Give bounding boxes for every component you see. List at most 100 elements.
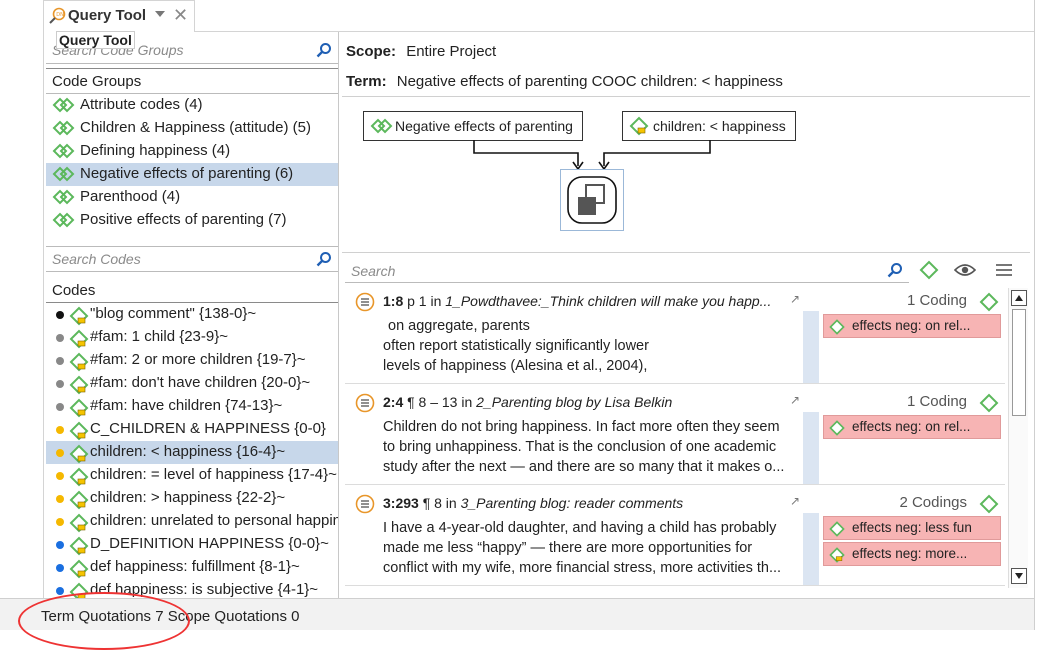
- code-color-dot: [56, 495, 64, 503]
- code-item[interactable]: children: unrelated to personal happines…: [46, 510, 338, 533]
- quotation-location: ¶ 8 – 13 in: [407, 394, 473, 410]
- code-label: children: < happiness {16-4}~: [90, 443, 286, 460]
- document-title[interactable]: 2_Parenting blog by Lisa Belkin: [476, 394, 672, 410]
- code-icon: [69, 398, 89, 418]
- code-icon: [629, 116, 649, 136]
- code-color-dot: [56, 357, 64, 365]
- code-tag[interactable]: effects neg: on rel...: [823, 415, 1001, 439]
- quotation-header: 1:8 p 1 in 1_Powdthavee:_Think children …: [383, 293, 771, 309]
- code-icon: [69, 375, 89, 395]
- quotation-ref: 2:4: [383, 394, 404, 410]
- search-icon[interactable]: [887, 262, 903, 278]
- add-code-icon[interactable]: [978, 493, 1000, 515]
- code-item[interactable]: D_DEFINITION HAPPINESS {0-0}~: [46, 533, 338, 556]
- code-color-dot: [56, 564, 64, 572]
- svg-text:DN: DN: [56, 12, 64, 18]
- code-icon: [829, 521, 845, 537]
- quotation-search-input[interactable]: Search: [351, 263, 395, 279]
- diagram-node-negative-effects[interactable]: Negative effects of parenting: [363, 111, 583, 141]
- code-tag[interactable]: effects neg: on rel...: [823, 314, 1001, 338]
- diagram-node-children-less-happiness[interactable]: children: < happiness: [622, 111, 796, 141]
- quotation-location: p 1 in: [407, 293, 442, 309]
- code-color-dot: [56, 334, 64, 342]
- document-title[interactable]: 3_Parenting blog: reader comments: [461, 495, 684, 511]
- code-color-dot: [56, 449, 64, 457]
- left-panel: Search Code Groups Code Groups Attribute…: [43, 32, 339, 598]
- cooccurrence-operator-node[interactable]: [560, 169, 624, 231]
- quotation-header: 3:293 ¶ 8 in 3_Parenting blog: reader co…: [383, 495, 683, 511]
- quotation-search[interactable]: Search: [345, 258, 909, 283]
- code-icon: [69, 490, 89, 510]
- scrollbar[interactable]: [1008, 288, 1028, 588]
- codes-list: "blog comment" {138-0}~ #fam: 1 child {23…: [44, 32, 340, 598]
- tooltip: Query Tool: [56, 31, 135, 49]
- quotation-icon: [355, 494, 375, 514]
- menu-icon[interactable]: [995, 263, 1013, 277]
- code-item[interactable]: #fam: don't have children {20-0}~: [46, 372, 338, 395]
- add-code-icon[interactable]: [978, 392, 1000, 414]
- code-tag-label: effects neg: less fun: [852, 520, 972, 535]
- tab-query-tool[interactable]: DN Query Tool ✕: [43, 0, 195, 32]
- quotation-text: I have a 4-year-old daughter, and having…: [383, 518, 798, 578]
- code-label: children: > happiness {22-2}~: [90, 489, 286, 506]
- cooccurrence-icon: [567, 176, 617, 224]
- scope-row: Scope: Entire Project: [346, 43, 496, 60]
- code-tag[interactable]: effects neg: less fun: [823, 516, 1001, 540]
- code-tag[interactable]: effects neg: more...: [823, 542, 1001, 566]
- scroll-thumb[interactable]: [1012, 309, 1026, 416]
- chevron-down-icon[interactable]: [155, 11, 165, 17]
- code-icon: [829, 420, 845, 436]
- code-item[interactable]: "blog comment" {138-0}~: [46, 303, 338, 326]
- code-item[interactable]: C_CHILDREN & HAPPINESS {0-0}: [46, 418, 338, 441]
- scroll-down-button[interactable]: [1011, 568, 1027, 584]
- code-label: children: = level of happiness {17-4}~: [90, 466, 337, 483]
- code-item[interactable]: #fam: have children {74-13}~: [46, 395, 338, 418]
- quotation-line: levels of happiness (Alesina et al., 200…: [383, 358, 648, 374]
- add-code-icon[interactable]: [978, 291, 1000, 313]
- term-value: Negative effects of parenting COOC child…: [396, 73, 783, 90]
- panel-splitter[interactable]: [338, 32, 339, 598]
- code-icon: [69, 444, 89, 464]
- code-item[interactable]: #fam: 1 child {23-9}~: [46, 326, 338, 349]
- quotation-card[interactable]: 3:293 ¶ 8 in 3_Parenting blog: reader co…: [345, 486, 1005, 586]
- scroll-up-button[interactable]: [1011, 290, 1027, 306]
- code-item[interactable]: #fam: 2 or more children {19-7}~: [46, 349, 338, 372]
- quotation-line: Children do not bring happiness. In fact…: [383, 419, 780, 435]
- code-label: children: unrelated to personal happines…: [90, 512, 338, 529]
- code-item[interactable]: children: > happiness {22-2}~: [46, 487, 338, 510]
- quotation-line: to bring unhappiness. That is the conclu…: [383, 439, 777, 455]
- coding-margin-bar: [803, 311, 819, 383]
- open-arrow-icon[interactable]: ↗: [790, 292, 800, 306]
- quotation-line: on aggregate, parents: [388, 318, 530, 334]
- term-label: Term:: [346, 73, 387, 90]
- open-arrow-icon[interactable]: ↗: [790, 393, 800, 407]
- code-label: #fam: 2 or more children {19-7}~: [90, 351, 306, 368]
- annotation-circle: [18, 592, 190, 650]
- close-icon[interactable]: ✕: [173, 5, 188, 26]
- open-arrow-icon[interactable]: ↗: [790, 494, 800, 508]
- quotation-line: I have a 4-year-old daughter, and having…: [383, 520, 777, 536]
- query-tool-icon: DN: [49, 7, 66, 24]
- right-panel: Scope: Entire Project Term: Negative eff…: [340, 32, 1034, 598]
- quotation-text: on aggregate, parents often report statis…: [383, 316, 798, 376]
- code-item[interactable]: def happiness: fulfillment {8-1}~: [46, 556, 338, 579]
- quotation-icon: [355, 393, 375, 413]
- code-color-dot: [56, 311, 64, 319]
- code-icon: [69, 421, 89, 441]
- eye-icon[interactable]: [954, 262, 976, 278]
- code-icon: [69, 559, 89, 579]
- quotation-card[interactable]: 2:4 ¶ 8 – 13 in 2_Parenting blog by Lisa…: [345, 385, 1005, 485]
- divider: [342, 252, 1030, 253]
- code-item[interactable]: children: < happiness {16-4}~: [46, 441, 338, 464]
- code-label: #fam: don't have children {20-0}~: [90, 374, 311, 391]
- code-label: C_CHILDREN & HAPPINESS {0-0}: [90, 420, 326, 437]
- document-title[interactable]: 1_Powdthavee:_Think children will make y…: [445, 293, 771, 309]
- term-row: Term: Negative effects of parenting COOC…: [346, 73, 783, 90]
- scope-value: Entire Project: [406, 43, 497, 60]
- code-filter-icon[interactable]: [918, 259, 940, 281]
- code-label: #fam: 1 child {23-9}~: [90, 328, 229, 345]
- code-icon: [69, 467, 89, 487]
- quotation-card[interactable]: 1:8 p 1 in 1_Powdthavee:_Think children …: [345, 284, 1005, 384]
- code-label: "blog comment" {138-0}~: [90, 305, 257, 322]
- code-item[interactable]: children: = level of happiness {17-4}~: [46, 464, 338, 487]
